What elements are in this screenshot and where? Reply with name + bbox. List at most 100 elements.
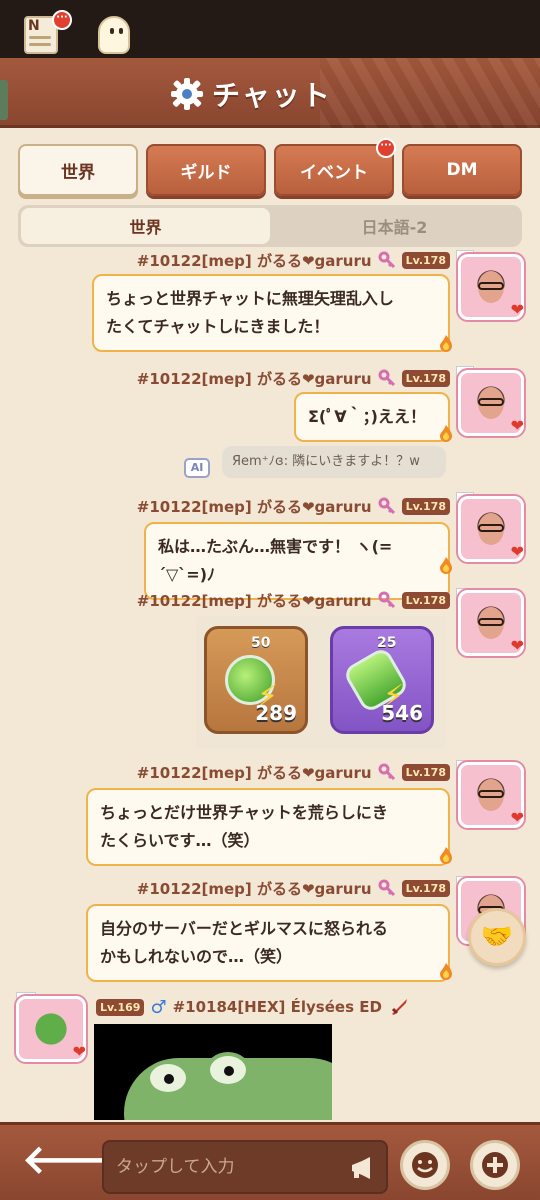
avatar[interactable]: ❤: [458, 762, 524, 828]
chat-line: たくらいです…（笑）: [100, 831, 260, 850]
chat-line: Σ(ﾟ∀｀；)ええ！: [308, 407, 426, 426]
sender-name[interactable]: #10122[mep] がるる❤garuru: [137, 762, 372, 783]
potion-item: 50 ⚡ 289: [204, 626, 308, 734]
avatar-glasses: [478, 618, 504, 626]
chat-line: かもしれないので…（笑）: [100, 947, 293, 966]
flame-icon: [440, 963, 452, 980]
sender-name[interactable]: #10122[mep] がるる❤garuru: [137, 590, 372, 611]
tab-guild[interactable]: ギルド: [146, 144, 266, 196]
system-message: Яem⁺ﾉɞ: 隣にいきますよ！？w: [222, 446, 446, 478]
chat-bubble: 自分のサーバーだとギルマスに怒られる かもしれないので…（笑）: [86, 904, 450, 982]
flame-icon: [440, 425, 452, 442]
avatar[interactable]: ❤: [458, 254, 524, 320]
message-header: Lv.169 ♂ #10184[HEX] Élysées ED: [96, 994, 410, 1020]
sword-icon: [391, 999, 407, 1015]
potion-count: 546: [381, 701, 423, 725]
avatar[interactable]: ❤: [458, 370, 524, 436]
sender-name[interactable]: #10184[HEX] Élysées ED: [173, 998, 382, 1016]
heart-icon: ❤: [510, 416, 524, 435]
notice-board-icon[interactable]: N ···: [20, 10, 72, 58]
frog-eye: [206, 1052, 250, 1088]
level-badge: Lv.178: [401, 763, 450, 781]
message-header: #10122[mep] がるる❤garuru Lv.178: [137, 366, 450, 390]
key-icon: [378, 879, 395, 897]
message-composer[interactable]: [102, 1140, 388, 1194]
sender-name[interactable]: #10122[mep] がるる❤garuru: [137, 496, 372, 517]
gear-icon[interactable]: [170, 77, 204, 111]
chat-line: ちょっとだけ世界チャットを荒らしにき: [100, 803, 388, 822]
shared-video[interactable]: [94, 1024, 332, 1120]
chat-line: 私は…たぶん…無害です！ ヽ(=´▽`=)ﾉ: [158, 537, 393, 584]
friends-ghost-icon[interactable]: [92, 12, 138, 58]
channel-tabs: 世界 ギルド イベント ··· DM: [18, 138, 522, 196]
potion-level: 50: [251, 635, 271, 651]
flame-icon: [440, 557, 452, 574]
heart-icon: ❤: [510, 808, 524, 827]
frog-eye: [146, 1060, 190, 1096]
avatar[interactable]: ❤: [16, 996, 86, 1062]
tab-event-badge: ···: [376, 138, 396, 158]
page-title-group: チャット: [170, 72, 332, 116]
status-bar: [0, 0, 540, 58]
male-icon: ♂: [150, 996, 167, 1018]
ai-translate-badge[interactable]: AI: [184, 458, 210, 478]
message-header: #10122[mep] がるる❤garuru Lv.178: [137, 494, 450, 518]
flame-icon: [440, 335, 452, 352]
notice-n-glyph: N: [28, 18, 40, 34]
side-edge-strip: [0, 80, 8, 120]
heart-icon: ❤: [72, 1042, 86, 1061]
key-icon: [378, 591, 395, 609]
level-badge: Lv.178: [401, 251, 450, 269]
shared-image[interactable]: 50 ⚡ 289 25 ⚡ 546: [196, 616, 446, 748]
tab-event[interactable]: イベント ···: [274, 138, 396, 196]
page-title: チャット: [212, 79, 332, 112]
chat-line: ちょっと世界チャットに無理矢理乱入し: [106, 289, 394, 308]
tab-world[interactable]: 世界: [18, 144, 138, 196]
chat-bubble: ちょっと世界チャットに無理矢理乱入し たくてチャットしにきました！: [92, 274, 450, 352]
potion-count: 289: [255, 701, 297, 725]
add-button[interactable]: [470, 1140, 520, 1190]
header-pattern: [320, 58, 540, 128]
notice-line: [29, 36, 51, 39]
message-header: #10122[mep] がるる❤garuru Lv.178: [137, 248, 450, 272]
ghost-body: [98, 16, 130, 54]
plus-icon: [482, 1152, 508, 1178]
language-subtabs: 世界 日本語-2: [18, 205, 522, 247]
tab-dm[interactable]: DM: [402, 144, 522, 196]
sender-name[interactable]: #10122[mep] がるる❤garuru: [137, 368, 372, 389]
sender-name[interactable]: #10122[mep] がるる❤garuru: [137, 250, 372, 271]
emoji-button[interactable]: [400, 1140, 450, 1190]
message-header: #10122[mep] がるる❤garuru Lv.178: [137, 760, 450, 784]
level-badge: Lv.178: [401, 497, 450, 515]
avatar-glasses: [478, 282, 504, 290]
key-icon: [378, 369, 395, 387]
smiley-icon: [412, 1152, 438, 1178]
back-arrow-icon[interactable]: 🡐: [22, 1140, 129, 1182]
avatar[interactable]: ❤: [458, 590, 524, 656]
message-header: #10122[mep] がるる❤garuru Lv.178: [137, 876, 450, 900]
handshake-button[interactable]: 🤝: [468, 908, 526, 966]
message-header: #10122[mep] がるる❤garuru Lv.178: [137, 588, 450, 612]
level-badge: Lv.178: [401, 369, 450, 387]
avatar-glasses: [478, 398, 504, 406]
handshake-icon: 🤝: [480, 922, 514, 952]
level-badge: Lv.169: [96, 998, 145, 1016]
subtab-japanese-2[interactable]: 日本語-2: [270, 208, 519, 244]
chat-line: たくてチャットしにきました！: [106, 317, 330, 336]
sender-name[interactable]: #10122[mep] がるる❤garuru: [137, 878, 372, 899]
key-icon: [378, 251, 395, 269]
ghost-eye: [119, 28, 123, 34]
key-icon: [378, 763, 395, 781]
message-input[interactable]: [116, 1142, 336, 1192]
level-badge: Lv.178: [401, 591, 450, 609]
chat-bubble: ちょっとだけ世界チャットを荒らしにき たくらいです…（笑）: [86, 788, 450, 866]
subtab-world[interactable]: 世界: [21, 208, 270, 244]
heart-icon: ❤: [510, 300, 524, 319]
avatar-glasses: [478, 790, 504, 798]
megaphone-icon[interactable]: [348, 1154, 376, 1182]
chat-line: 自分のサーバーだとギルマスに怒られる: [100, 919, 388, 938]
frog-pupil: [164, 1074, 174, 1084]
avatar[interactable]: ❤: [458, 496, 524, 562]
notice-line: [29, 43, 51, 46]
heart-icon: ❤: [510, 542, 524, 561]
